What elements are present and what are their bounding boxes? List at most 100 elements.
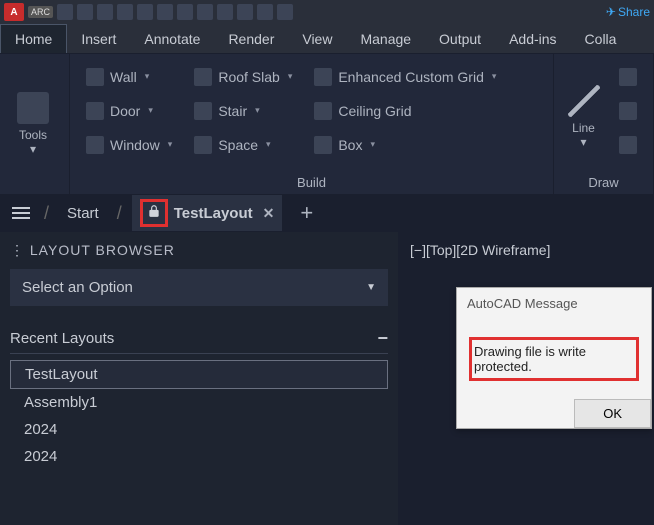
qat-icon[interactable] — [257, 4, 273, 20]
tools-button[interactable]: Tools ▾ — [10, 60, 56, 188]
ribbon-tab-view[interactable]: View — [288, 25, 346, 53]
qat-icon[interactable] — [117, 4, 133, 20]
share-label: Share — [618, 5, 650, 19]
window-button[interactable]: Window▾ — [80, 128, 178, 161]
ribbon-panel-tools: Tools ▾ — [0, 54, 70, 194]
btn-label: Roof Slab — [218, 69, 279, 85]
tools-icon — [17, 92, 49, 124]
layout-item[interactable]: 2024 — [10, 443, 388, 470]
layout-item[interactable]: TestLayout — [10, 360, 388, 389]
ceiling-grid-button[interactable]: Ceiling Grid — [308, 94, 502, 127]
lower-area: LAYOUT BROWSER Select an Option ▼ Recent… — [0, 232, 654, 525]
ribbon-tab-home[interactable]: Home — [0, 24, 67, 53]
ceilinggrid-icon — [314, 102, 332, 120]
space-icon — [194, 136, 212, 154]
share-button[interactable]: ✈ Share — [606, 5, 650, 19]
line-label: Line — [572, 121, 595, 135]
ribbon-panel-build: Wall ▾ Door ▾ Window▾ Roof Slab ▾ Stair ▾ Sp… — [70, 54, 554, 194]
chevron-down-icon: ▾ — [266, 139, 271, 150]
viewport[interactable]: [−][Top][2D Wireframe] AutoCAD Message D… — [398, 232, 654, 525]
collapse-icon[interactable]: − — [377, 328, 388, 349]
circle-icon — [619, 102, 637, 120]
qat-icon[interactable] — [217, 4, 233, 20]
chevron-down-icon: ▾ — [370, 139, 375, 150]
ribbon-tab-manage[interactable]: Manage — [346, 25, 425, 53]
door-button[interactable]: Door ▾ — [80, 94, 178, 127]
workspace-badge[interactable]: ARC — [28, 6, 53, 18]
ribbon-tab-render[interactable]: Render — [214, 25, 288, 53]
ribbon-tabs: Home Insert Annotate Render View Manage … — [0, 24, 654, 54]
box-icon — [314, 136, 332, 154]
share-icon: ✈ — [606, 5, 616, 19]
message-dialog: AutoCAD Message Drawing file is write pr… — [456, 287, 652, 429]
btn-label: Door — [110, 103, 140, 119]
qat-icon[interactable] — [277, 4, 293, 20]
qat-icon[interactable] — [97, 4, 113, 20]
chevron-down-icon: ▾ — [145, 71, 150, 82]
enhanced-grid-button[interactable]: Enhanced Custom Grid ▾ — [308, 60, 502, 93]
wall-button[interactable]: Wall ▾ — [80, 60, 178, 93]
box-button[interactable]: Box▾ — [308, 128, 502, 161]
doc-tab-active[interactable]: TestLayout ✕ — [132, 195, 283, 231]
lock-highlight — [140, 199, 168, 227]
dialog-message: Drawing file is write protected. — [469, 337, 639, 381]
qat-icon[interactable] — [137, 4, 153, 20]
ribbon-tab-collaborate[interactable]: Colla — [571, 25, 631, 53]
door-icon — [86, 102, 104, 120]
tools-label: Tools — [19, 128, 47, 142]
qat-icon[interactable] — [77, 4, 93, 20]
chevron-down-icon: ▾ — [148, 105, 153, 116]
grid-icon — [314, 68, 332, 86]
recent-layouts-header[interactable]: Recent Layouts − — [10, 324, 388, 354]
layout-item[interactable]: Assembly1 — [10, 389, 388, 416]
line-button[interactable]: Line ▾ — [564, 60, 603, 173]
btn-label: Stair — [218, 103, 247, 119]
qat-icon[interactable] — [157, 4, 173, 20]
stair-button[interactable]: Stair ▾ — [188, 94, 298, 127]
btn-label: Enhanced Custom Grid — [338, 69, 484, 85]
menu-icon[interactable] — [8, 203, 34, 223]
wall-icon — [86, 68, 104, 86]
close-icon[interactable]: ✕ — [263, 205, 275, 222]
ribbon-tab-insert[interactable]: Insert — [67, 25, 130, 53]
chevron-down-icon: ▾ — [30, 142, 36, 156]
btn-label: Wall — [110, 69, 137, 85]
chevron-down-icon: ▾ — [580, 135, 586, 149]
ribbon-tab-annotate[interactable]: Annotate — [130, 25, 214, 53]
draw-tool[interactable] — [613, 128, 643, 161]
arc-icon — [619, 68, 637, 86]
roofslab-button[interactable]: Roof Slab ▾ — [188, 60, 298, 93]
qat-icon[interactable] — [57, 4, 73, 20]
dialog-title: AutoCAD Message — [457, 288, 651, 319]
space-button[interactable]: Space ▾ — [188, 128, 298, 161]
qat-icon[interactable] — [177, 4, 193, 20]
viewport-label[interactable]: [−][Top][2D Wireframe] — [398, 232, 654, 268]
chevron-down-icon: ▾ — [492, 71, 497, 82]
line-icon — [568, 85, 600, 117]
btn-label: Ceiling Grid — [338, 103, 411, 119]
chevron-down-icon: ▾ — [288, 71, 293, 82]
dialog-body: Drawing file is write protected. — [457, 319, 651, 399]
document-tabs: / Start / TestLayout ✕ + — [0, 194, 654, 232]
rect-icon — [619, 136, 637, 154]
option-select[interactable]: Select an Option ▼ — [10, 269, 388, 306]
ok-button[interactable]: OK — [574, 399, 651, 428]
doc-tab-start[interactable]: Start — [59, 201, 107, 226]
ribbon-tab-addins[interactable]: Add-ins — [495, 25, 570, 53]
draw-tool[interactable] — [613, 60, 643, 93]
qat-icon[interactable] — [237, 4, 253, 20]
layout-item[interactable]: 2024 — [10, 416, 388, 443]
layout-browser-panel: LAYOUT BROWSER Select an Option ▼ Recent… — [0, 232, 398, 525]
dialog-footer: OK — [457, 399, 651, 428]
chevron-down-icon: ▾ — [255, 105, 260, 116]
ribbon-tab-output[interactable]: Output — [425, 25, 495, 53]
roofslab-icon — [194, 68, 212, 86]
btn-label: Space — [218, 137, 258, 153]
qat-icon[interactable] — [197, 4, 213, 20]
app-logo[interactable]: A — [4, 3, 24, 21]
draw-tool[interactable] — [613, 94, 643, 127]
ribbon-panel-draw: Line ▾ Draw — [554, 54, 654, 194]
chevron-down-icon: ▾ — [168, 139, 173, 150]
panel-title-draw: Draw — [564, 173, 643, 192]
new-tab-button[interactable]: + — [292, 200, 321, 226]
